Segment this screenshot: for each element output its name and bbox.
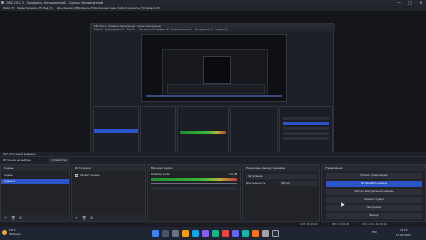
nested-docks — [167, 84, 265, 94]
sources-dock: Источники Захват экрана + 🗑 ⚙ — [71, 164, 146, 222]
duration-input[interactable]: 300 мс — [279, 181, 318, 186]
inner-menu-bar: Файл (F) Редактировать (E) Вид (V) Док-п… — [91, 28, 335, 32]
source-item-label: Захват экрана — [80, 174, 100, 177]
obs-taskbar-icon[interactable] — [272, 230, 279, 237]
controls-dock-title: Управление — [322, 165, 425, 171]
source-item[interactable]: Захват экрана — [72, 173, 145, 178]
transitions-dock-title: Переходы между сценами — [243, 165, 319, 171]
app-icon-4[interactable] — [242, 230, 249, 237]
inner-menu-file: Файл (F) — [94, 28, 103, 31]
audio-mixer-dock: Микшер аудио Desktop Audio 0.0 dB — [147, 164, 241, 222]
start-streaming-button[interactable]: Начать трансляцию — [326, 173, 422, 179]
windows-taskbar: 18°C Облачно РУС 14:25 17.09.2023 — [0, 227, 426, 240]
file-explorer-icon[interactable] — [182, 230, 189, 237]
app-icon-5[interactable] — [252, 230, 259, 237]
app-icon-1[interactable] — [212, 230, 219, 237]
menu-file[interactable]: Файл (F) — [3, 7, 15, 10]
mixer-channel-name: Desktop Audio — [151, 173, 170, 176]
weather-temp: 18°C — [9, 229, 16, 232]
weather-desc: Облачно — [9, 233, 21, 236]
add-source-icon[interactable]: + — [75, 216, 78, 220]
nested-preview-3 — [203, 56, 231, 84]
sources-dock-toolbar: + 🗑 ⚙ — [72, 215, 145, 221]
inner-menu-edit: Редактировать (E) — [105, 28, 125, 31]
menu-tools[interactable]: Инструменты (T) — [121, 7, 144, 10]
menu-profile[interactable]: Профиль (P) — [77, 7, 94, 10]
scenes-dock-toolbar: + 🗑 ⊟ — [1, 215, 69, 221]
nested-preview — [141, 34, 287, 102]
inner-menu-scenes: Коллекция сцен (S) — [171, 28, 192, 31]
nested-meter — [146, 95, 282, 97]
stop-recording-button[interactable]: Остановить запись — [326, 181, 422, 187]
sources-dock-title: Источники — [72, 165, 145, 171]
menu-view[interactable]: Вид (V) — [43, 7, 53, 10]
audio-meter — [151, 178, 237, 181]
mixer-dock-title: Микшер аудио — [148, 165, 240, 171]
clock-date[interactable]: 17.09.2023 — [396, 234, 411, 237]
no-source-text: Нет источника выбрано — [3, 153, 36, 156]
mixer-level-text: 0.0 dB — [229, 173, 237, 176]
inner-menu-tools: Инструменты (T) — [195, 28, 213, 31]
inner-menu-help: Справка (H) — [215, 28, 228, 31]
scenes-dock: Сцены Сцена Сцена 2 + 🗑 ⊟ — [0, 164, 70, 222]
controls-dock: Управление Начать трансляцию Остановить … — [321, 164, 426, 222]
search-icon[interactable] — [162, 230, 169, 237]
obs-logo-icon — [1, 1, 4, 4]
inner-audio-meter — [180, 131, 226, 134]
mixer-ticks — [151, 187, 237, 190]
inner-menu-view: Вид (V) — [127, 28, 135, 31]
scene-filter-icon[interactable]: ⊟ — [19, 216, 22, 220]
preview-canvas[interactable]: OBS 29.1.3 - Профиль: Безымянный - Сцены… — [0, 11, 426, 161]
properties-button[interactable]: ⚙ Свойства — [48, 158, 70, 163]
remove-scene-icon[interactable]: 🗑 — [11, 216, 15, 220]
scene-transitions-dock: Переходы между сценами Затухание Длитель… — [242, 164, 320, 222]
inner-control-5 — [283, 137, 329, 140]
volume-slider[interactable] — [151, 183, 237, 184]
menu-docks[interactable]: Док-панели (D) — [57, 7, 78, 10]
rec-timer: REC: 00:00:28 — [332, 223, 350, 226]
inner-control-4 — [283, 132, 329, 135]
app-icon-6[interactable] — [262, 230, 269, 237]
source-settings-icon[interactable]: ⚙ — [90, 216, 93, 220]
transition-type-select[interactable]: Затухание — [246, 174, 318, 179]
cpu-fps: CPU: 2.1%, 60.00 fps — [362, 223, 388, 226]
inner-control-3 — [283, 127, 329, 130]
app-icon-3[interactable] — [232, 230, 239, 237]
start-virtual-camera-button[interactable]: Запуск виртуальной камеры — [326, 189, 422, 195]
edge-icon[interactable] — [192, 230, 199, 237]
source-toolbar: Источник не выбран ⚙ Свойства — [0, 157, 426, 164]
duration-label: Длительность — [246, 182, 266, 185]
language-indicator[interactable]: РУС — [372, 231, 377, 234]
inner-menu-docks: Док-панели (D) — [139, 28, 156, 31]
menu-edit[interactable]: Редактировать (E) — [17, 7, 42, 10]
weather-icon — [2, 230, 7, 235]
scene-item-selected[interactable]: Сцена 2 — [1, 179, 69, 184]
scenes-dock-title: Сцены — [1, 165, 69, 171]
add-scene-icon[interactable]: + — [4, 216, 7, 220]
captured-obs-window: OBS 29.1.3 - Профиль: Безымянный - Сцены… — [90, 23, 335, 161]
exit-button[interactable]: Выход — [326, 213, 422, 219]
menu-help[interactable]: Справка (H) — [144, 7, 160, 10]
inner-control-2 — [283, 122, 329, 125]
inner-control-1 — [283, 117, 329, 120]
start-icon[interactable] — [152, 230, 159, 237]
store-icon[interactable] — [202, 230, 209, 237]
inner-selected-scene — [94, 129, 138, 133]
task-view-icon[interactable] — [172, 230, 179, 237]
inner-menu-profile: Профиль (P) — [156, 28, 169, 31]
clock-time[interactable]: 14:25 — [400, 229, 407, 232]
scene-item[interactable]: Сцена — [1, 173, 69, 178]
no-source-label: Источник не выбран — [3, 158, 31, 162]
display-capture-icon — [75, 174, 78, 177]
menu-scene-collection[interactable]: Коллекция сцен (S) — [94, 7, 121, 10]
nested-preview-2 — [162, 49, 268, 97]
remove-source-icon[interactable]: 🗑 — [82, 216, 86, 220]
window-title: OBS 29.1.3 - Профиль: Безымянный - Сцены… — [6, 1, 104, 5]
app-icon-2[interactable] — [222, 230, 229, 237]
live-timer: LIVE: 00:00:00 — [300, 223, 318, 226]
